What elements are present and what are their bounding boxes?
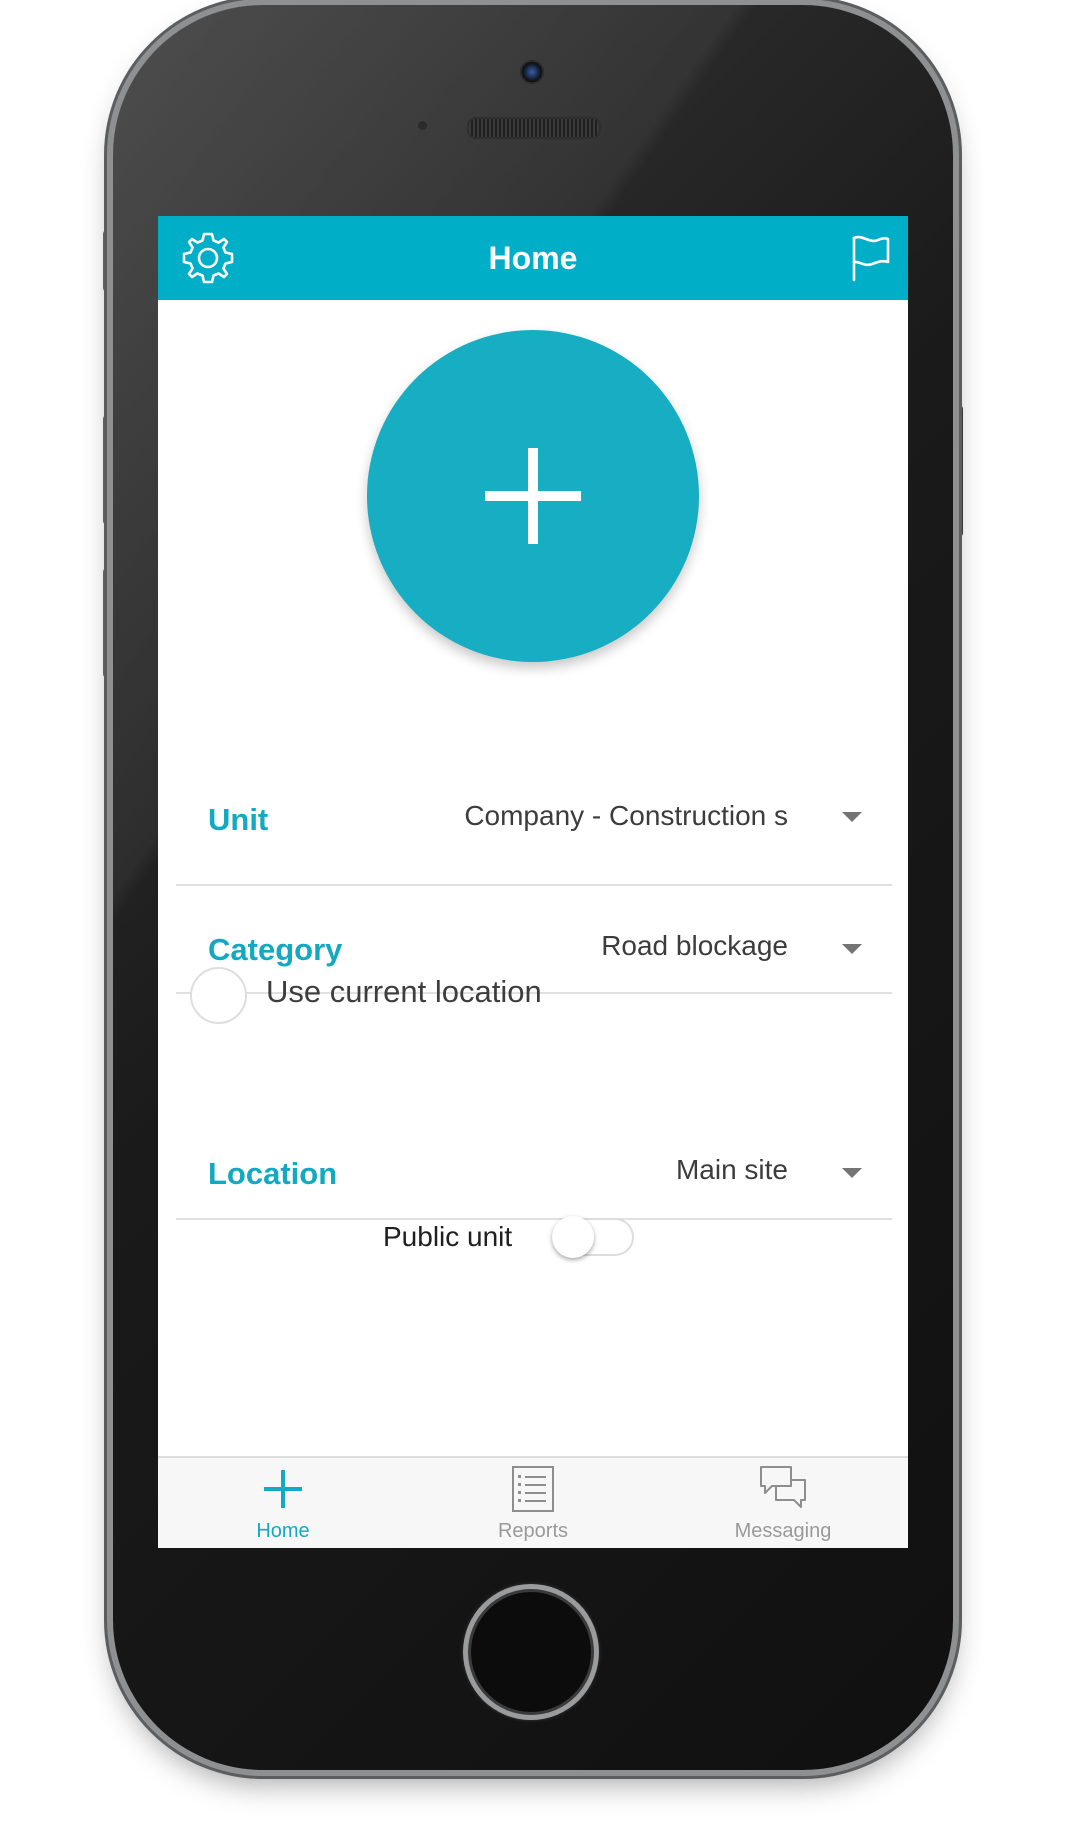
stage: Home Unit Company - Construction s Categ… bbox=[0, 0, 1066, 1830]
tab-home[interactable]: Home bbox=[158, 1458, 408, 1548]
tab-home-label: Home bbox=[256, 1520, 310, 1542]
toggle-knob bbox=[552, 1216, 594, 1258]
mute-switch bbox=[103, 230, 112, 292]
app-header: Home bbox=[158, 216, 908, 300]
plus-icon bbox=[264, 1470, 302, 1508]
chevron-down-icon bbox=[842, 944, 862, 954]
earpiece-speaker bbox=[467, 117, 601, 139]
chevron-down-icon bbox=[842, 1168, 862, 1178]
power-button bbox=[954, 405, 963, 537]
use-current-location-radio[interactable] bbox=[190, 967, 247, 1024]
volume-up-button bbox=[103, 415, 112, 525]
category-value: Road blockage bbox=[601, 930, 788, 961]
home-button bbox=[463, 1584, 599, 1720]
app-screen: Home Unit Company - Construction s Categ… bbox=[158, 216, 908, 1548]
tab-reports-label: Reports bbox=[497, 1520, 569, 1542]
unit-value: Company - Construction s bbox=[464, 800, 788, 831]
plus-icon bbox=[485, 448, 581, 544]
tab-reports[interactable]: Reports bbox=[408, 1458, 658, 1548]
tab-messaging[interactable]: Messaging bbox=[658, 1458, 908, 1548]
use-current-location-label: Use current location bbox=[266, 974, 542, 1009]
page-title: Home bbox=[488, 240, 578, 276]
chat-icon bbox=[760, 1466, 806, 1508]
volume-down-button bbox=[103, 568, 112, 678]
tab-messaging-label: Messaging bbox=[734, 1520, 832, 1542]
list-icon bbox=[512, 1466, 554, 1512]
location-select[interactable]: Location Main site bbox=[176, 1116, 892, 1220]
chevron-down-icon bbox=[842, 812, 862, 822]
gear-icon[interactable] bbox=[180, 230, 236, 286]
unit-label: Unit bbox=[208, 802, 269, 837]
location-label: Location bbox=[208, 1156, 338, 1191]
front-camera bbox=[520, 60, 544, 84]
unit-select[interactable]: Unit Company - Construction s bbox=[176, 752, 892, 886]
public-unit-toggle[interactable] bbox=[552, 1216, 634, 1258]
add-report-button[interactable] bbox=[367, 330, 699, 662]
location-value: Main site bbox=[675, 1154, 788, 1185]
proximity-sensor bbox=[418, 121, 427, 130]
bottom-tab-bar: Home Reports Messaging bbox=[158, 1456, 908, 1548]
category-label: Category bbox=[208, 932, 343, 967]
flag-icon[interactable] bbox=[842, 230, 898, 286]
public-unit-label: Public unit bbox=[383, 1221, 513, 1252]
